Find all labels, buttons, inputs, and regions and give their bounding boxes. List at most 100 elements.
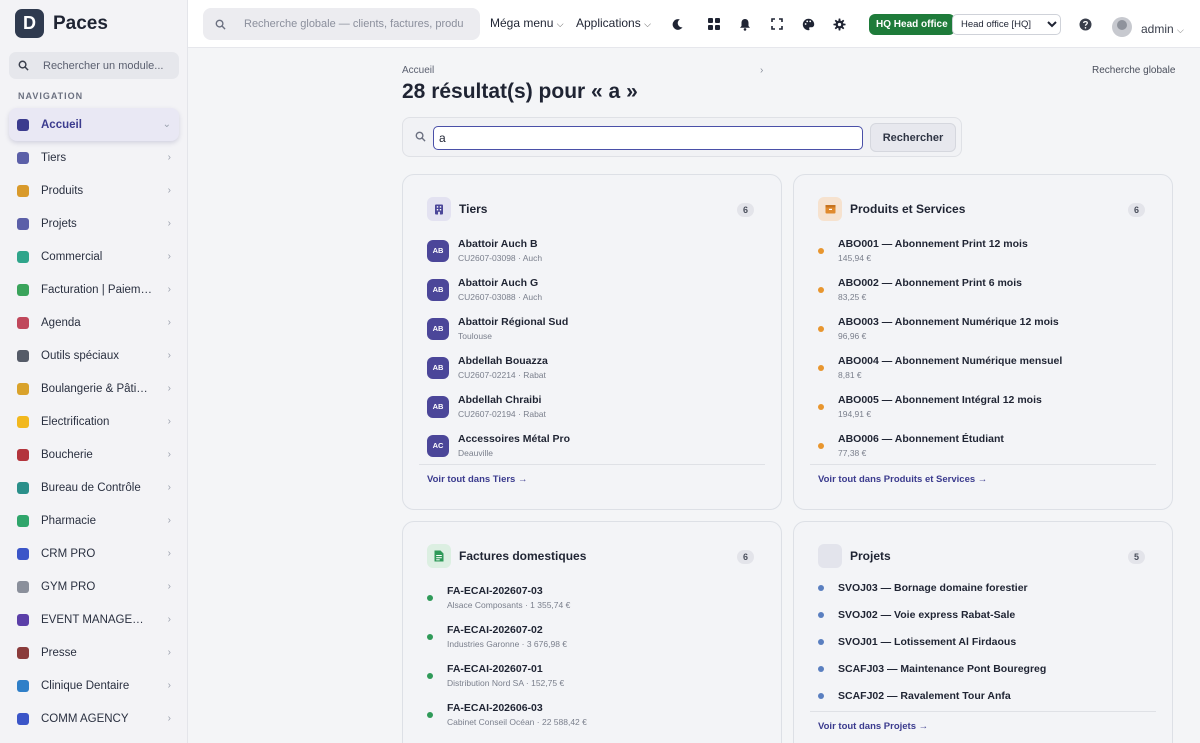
result-row[interactable]: AB Abattoir Auch G CU2607-03088 · Auch <box>427 270 767 309</box>
help-icon <box>1079 18 1091 30</box>
sidebar-item-facturation-paiement[interactable]: Facturation | Paiement › <box>9 273 179 306</box>
result-row[interactable]: SCAFJ03 — Maintenance Pont Bouregreg <box>810 655 1150 682</box>
sidebar-item-boucherie[interactable]: Boucherie › <box>9 438 179 471</box>
result-row[interactable]: AB Abdellah Chraibi CU2607-02194 · Rabat <box>427 387 767 426</box>
chevron-down-icon: ⌄ <box>162 119 171 130</box>
result-row[interactable]: FA-ECAI-202607-02 Industries Garonne · 3 … <box>419 617 759 656</box>
global-search <box>203 8 480 40</box>
settings-button[interactable] <box>831 16 847 32</box>
row-text: ABO001 — Abonnement Print 12 mois 145,94 … <box>838 238 1028 263</box>
sidebar-item-electrification[interactable]: Electrification › <box>9 405 179 438</box>
sidebar-item-tiers[interactable]: Tiers › <box>9 141 179 174</box>
row-subtitle: 194,91 € <box>838 409 872 419</box>
result-row[interactable]: FA-ECAI-202606-02 <box>419 734 759 743</box>
fullscreen-button[interactable] <box>769 16 785 32</box>
help-button[interactable] <box>1077 16 1093 32</box>
card-projets: Projets 5 SVOJ03 — Bornage domaine fores… <box>793 521 1173 743</box>
search-button[interactable]: Rechercher <box>870 123 956 152</box>
page-title: 28 résultat(s) pour « a » <box>402 80 638 103</box>
nav-section-title: NAVIGATION <box>18 91 84 101</box>
chevron-down-icon: ⌵ <box>556 19 564 29</box>
see-all-projets-link[interactable]: Voir tout dans Projets → <box>818 721 928 732</box>
sidebar-item-crm-pro[interactable]: CRM PRO › <box>9 537 179 570</box>
result-row[interactable]: ABO003 — Abonnement Numérique 12 mois 96,… <box>810 309 1150 348</box>
result-row[interactable]: SVOJ01 — Lotissement Al Firdaous <box>810 628 1150 655</box>
sidebar-item-bureau-de-controle[interactable]: Bureau de Contrôle › <box>9 471 179 504</box>
row-text: SCAFJ03 — Maintenance Pont Bouregreg <box>838 663 1046 675</box>
row-text: SVOJ03 — Bornage domaine forestier <box>838 582 1028 594</box>
card-title: Tiers <box>459 202 488 216</box>
apps-grid-button[interactable] <box>706 16 722 32</box>
palette-icon <box>802 18 814 30</box>
user-avatar[interactable] <box>1112 17 1132 37</box>
office-select[interactable]: Head office [HQ] <box>952 14 1061 35</box>
see-all-produits-link[interactable]: Voir tout dans Produits et Services → <box>818 474 987 485</box>
result-row[interactable]: FA-ECAI-202606-03 Cabinet Conseil Océan ·… <box>419 695 759 734</box>
row-subtitle: 96,96 € <box>838 331 867 341</box>
result-row[interactable]: SVOJ02 — Voie express Rabat-Sale <box>810 601 1150 628</box>
sidebar-item-gym-pro[interactable]: GYM PRO › <box>9 570 179 603</box>
box-icon <box>818 197 842 221</box>
sidebar-item-outils-speciaux[interactable]: Outils spéciaux › <box>9 339 179 372</box>
event-icon <box>17 613 29 626</box>
result-row[interactable]: FA-ECAI-202607-01 Distribution Nord SA · … <box>419 656 759 695</box>
nav-list: Accueil ⌄ Tiers › Produits › Projets › Commercia… <box>9 108 179 735</box>
sidebar-item-presse[interactable]: Presse › <box>9 636 179 669</box>
result-row[interactable]: ABO006 — Abonnement Étudiant 77,38 € <box>810 426 1150 465</box>
dark-mode-toggle[interactable] <box>669 16 685 32</box>
result-row[interactable]: ABO002 — Abonnement Print 6 mois 83,25 € <box>810 270 1150 309</box>
results-search-input[interactable] <box>433 126 863 150</box>
sidebar-item-boulangerie-patisserie[interactable]: Boulangerie & Pâtisserie › <box>9 372 179 405</box>
sidebar-item-label: COMM AGENCY <box>41 712 129 725</box>
row-subtitle: 77,38 € <box>838 448 867 458</box>
result-row[interactable]: ABO004 — Abonnement Numérique mensuel 8,8… <box>810 348 1150 387</box>
pharmacy-icon <box>17 514 29 527</box>
notifications-button[interactable] <box>737 16 753 32</box>
row-title: SVOJ01 — Lotissement Al Firdaous <box>838 635 1017 648</box>
tooth-icon <box>17 679 29 692</box>
see-all-tiers-link[interactable]: Voir tout dans Tiers → <box>427 474 527 485</box>
breadcrumb-home[interactable]: Accueil <box>402 65 434 76</box>
sidebar-item-produits[interactable]: Produits › <box>9 174 179 207</box>
sidebar-item-agenda[interactable]: Agenda › <box>9 306 179 339</box>
global-search-input[interactable] <box>244 18 464 30</box>
result-row[interactable]: AB Abattoir Auch B CU2607-03098 · Auch <box>427 231 767 270</box>
row-title: FA-ECAI-202607-01 <box>447 663 543 675</box>
avatar: AB <box>427 239 449 262</box>
result-list: AB Abattoir Auch B CU2607-03098 · Auch AB Ab… <box>427 231 767 465</box>
applications-button[interactable]: Applications ⌵ <box>576 16 651 30</box>
chevron-right-icon: › <box>167 383 171 394</box>
building-icon <box>17 151 29 164</box>
module-search-input[interactable] <box>43 59 173 72</box>
row-subtitle: Cabinet Conseil Océan · 22 588,42 € <box>447 717 587 727</box>
theme-palette-button[interactable] <box>800 16 816 32</box>
sidebar-item-label: Accueil <box>41 118 82 131</box>
result-row[interactable]: AB Abdellah Bouazza CU2607-02214 · Rabat <box>427 348 767 387</box>
result-row[interactable]: FA-ECAI-202607-03 Alsace Composants · 1 3… <box>419 578 759 617</box>
result-row[interactable]: ABO005 — Abonnement Intégral 12 mois 194,… <box>810 387 1150 426</box>
status-dot <box>818 665 824 672</box>
sidebar-item-label: Bureau de Contrôle <box>41 481 141 494</box>
result-count-badge: 5 <box>1128 550 1146 564</box>
brand[interactable]: D Paces <box>15 9 108 38</box>
result-row[interactable]: SCAFJ02 — Ravalement Tour Anfa <box>810 682 1150 709</box>
row-title: SVOJ03 — Bornage domaine forestier <box>838 581 1028 594</box>
status-dot <box>818 286 824 293</box>
sidebar-item-commercial[interactable]: Commercial › <box>9 240 179 273</box>
sidebar-item-comm-agency[interactable]: COMM AGENCY › <box>9 702 179 735</box>
result-row[interactable]: SVOJ03 — Bornage domaine forestier <box>810 574 1150 601</box>
row-text: ABO002 — Abonnement Print 6 mois 83,25 € <box>838 277 1022 302</box>
meat-icon <box>17 448 29 461</box>
result-row[interactable]: AC Accessoires Métal Pro Deauville <box>427 426 767 465</box>
sidebar-item-projets[interactable]: Projets › <box>9 207 179 240</box>
mega-menu-button[interactable]: Méga menu ⌵ <box>490 16 564 30</box>
sidebar-item-pharmacie[interactable]: Pharmacie › <box>9 504 179 537</box>
user-menu[interactable]: admin ⌵ <box>1141 22 1184 36</box>
sidebar-item-event-management[interactable]: EVENT MANAGEMENT › <box>9 603 179 636</box>
sidebar-item-accueil[interactable]: Accueil ⌄ <box>9 108 179 141</box>
row-text: Abdellah Bouazza CU2607-02214 · Rabat <box>458 355 548 380</box>
result-row[interactable]: ABO001 — Abonnement Print 12 mois 145,94 … <box>810 231 1150 270</box>
row-subtitle: Distribution Nord SA · 152,75 € <box>447 678 565 688</box>
result-row[interactable]: AB Abattoir Régional Sud Toulouse <box>427 309 767 348</box>
sidebar-item-clinique-dentaire[interactable]: Clinique Dentaire › <box>9 669 179 702</box>
